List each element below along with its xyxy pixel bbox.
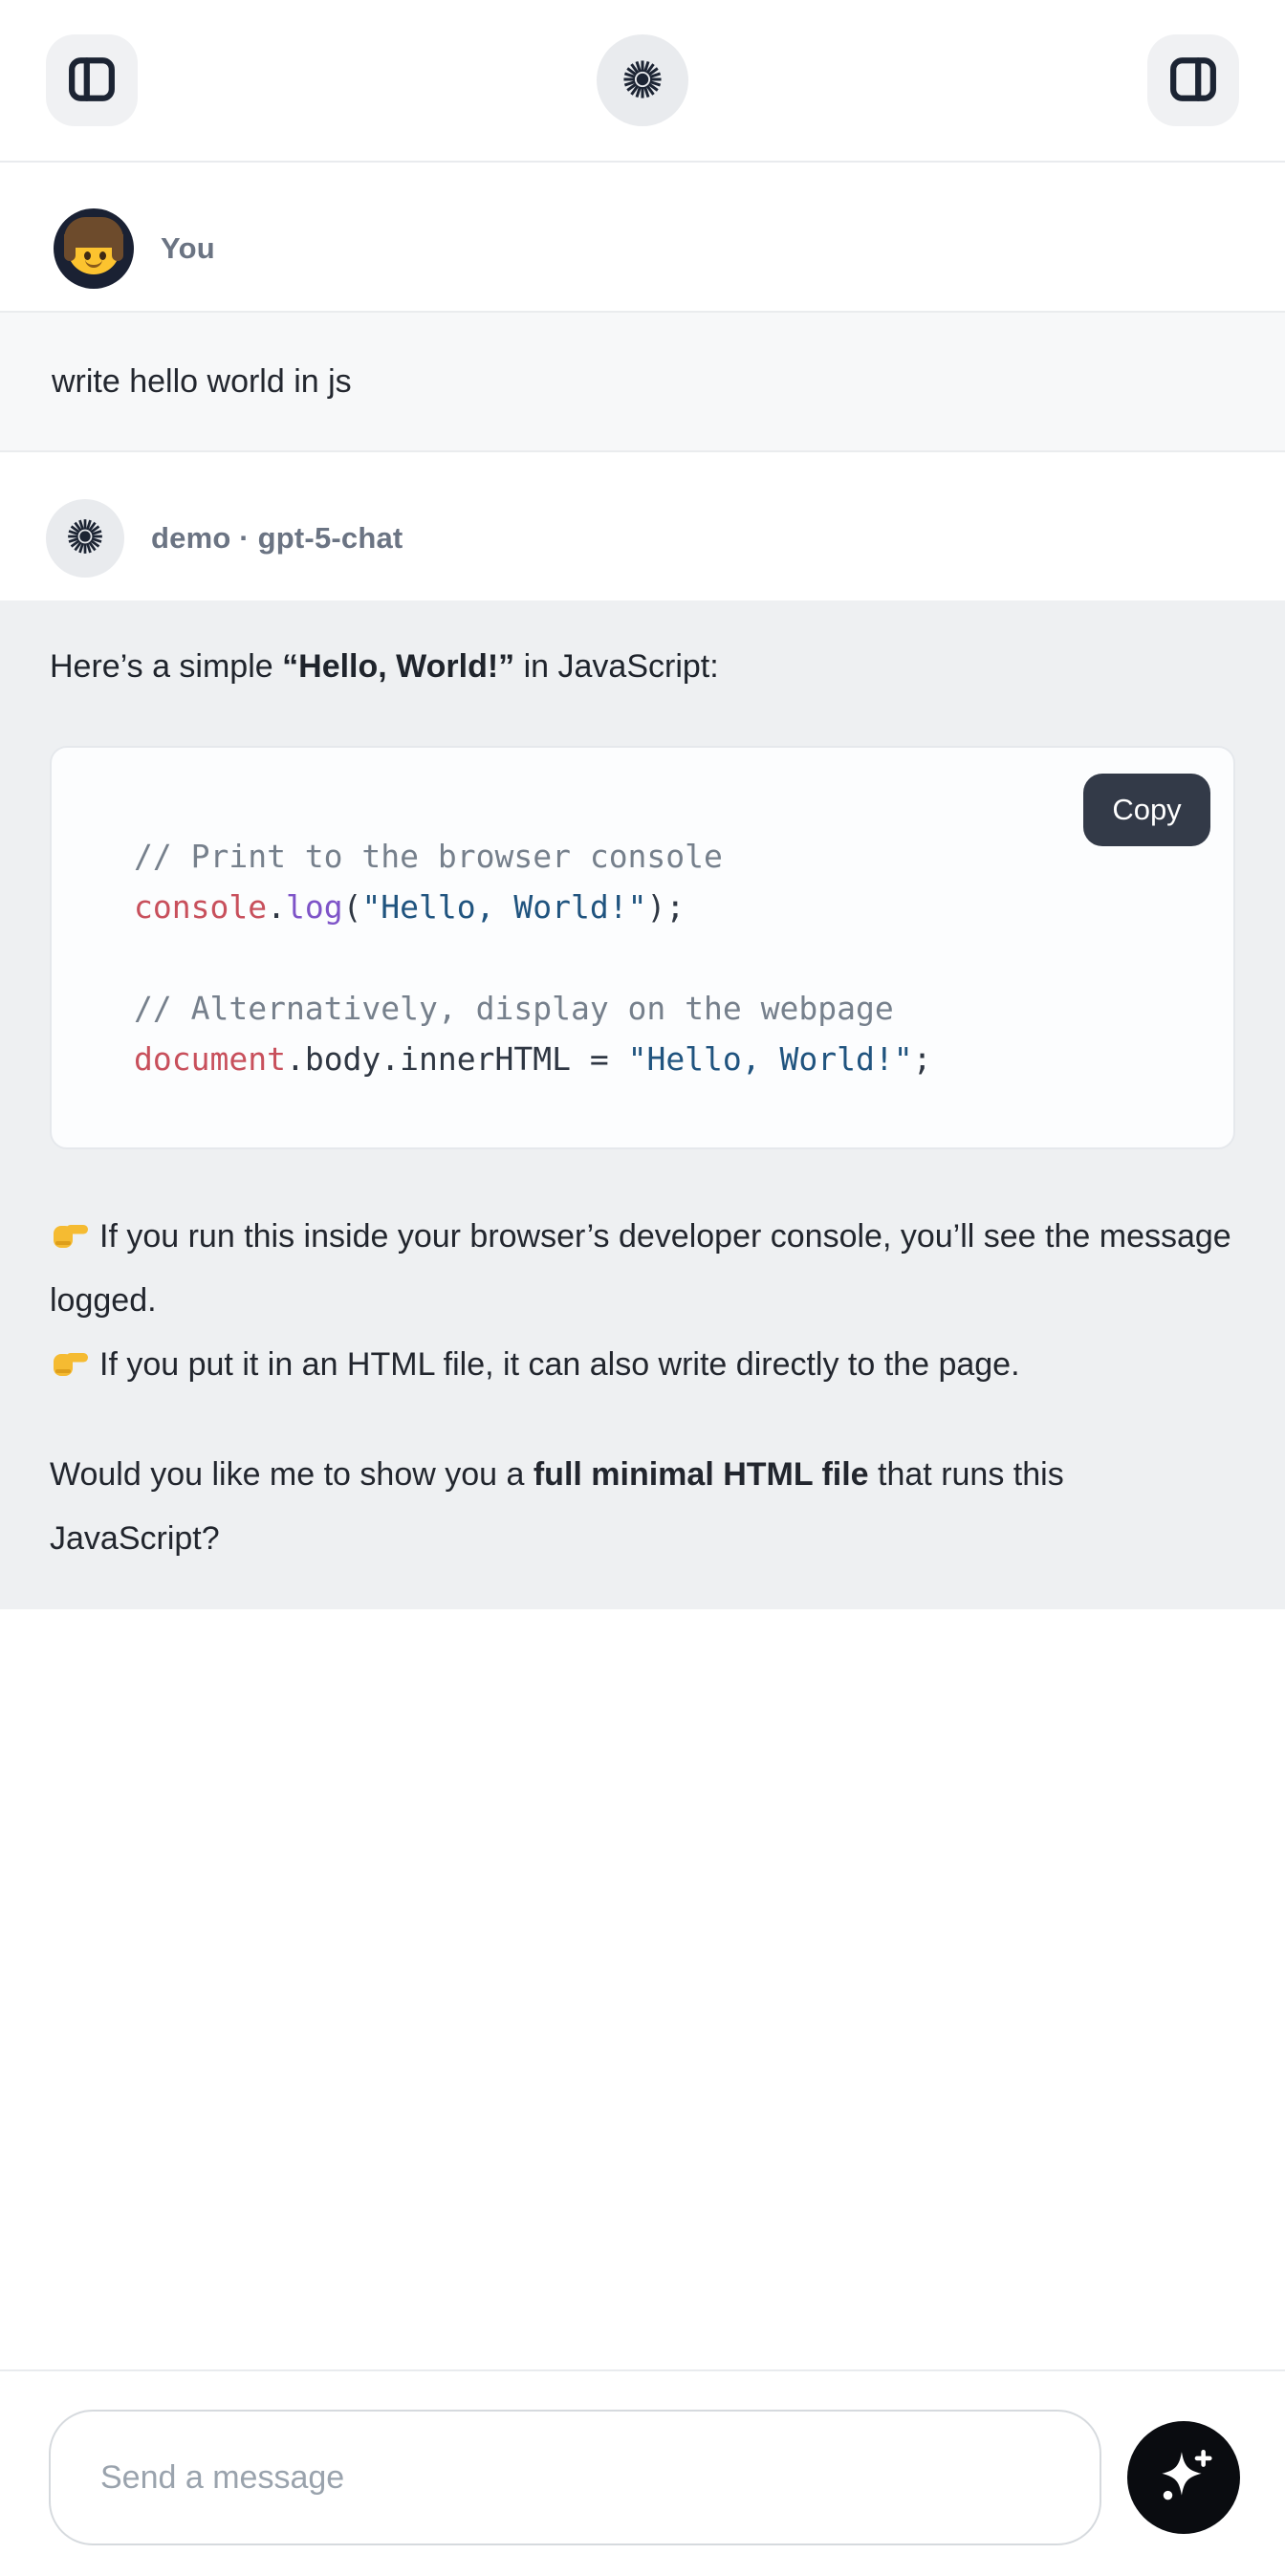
copy-button[interactable]: Copy — [1083, 774, 1210, 846]
assistant-message-header: demo · gpt-5-chat — [46, 499, 1285, 578]
assistant-question-text: Would you like me to show you a full min… — [50, 1443, 1235, 1571]
code-content: // Print to the browser console console.… — [134, 831, 1195, 1084]
topbar — [0, 0, 1285, 163]
user-avatar — [54, 208, 134, 289]
code-line: // Alternatively, display on the webpage — [134, 983, 1195, 1034]
starburst-logo-icon — [621, 57, 664, 104]
panel-toggle-button[interactable] — [1147, 34, 1239, 126]
user-sender-name: You — [161, 231, 215, 266]
user-message-text: write hello world in js — [52, 363, 352, 401]
intro-bold-text: “Hello, World!” — [282, 648, 514, 685]
chat-app: You write hello world in js — [0, 0, 1285, 2576]
panel-left-icon — [68, 55, 116, 106]
assistant-notes: If you run this inside your browser’s de… — [50, 1205, 1235, 1397]
sparkles-icon — [1152, 2445, 1215, 2511]
code-block: Copy // Print to the browser console con… — [50, 746, 1235, 1149]
assistant-avatar — [46, 499, 124, 578]
note-line: If you run this inside your browser’s de… — [50, 1205, 1235, 1333]
sidebar-toggle-button[interactable] — [46, 34, 138, 126]
question-bold-text: full minimal HTML file — [534, 1456, 869, 1493]
note-text: If you put it in an HTML file, it can al… — [99, 1346, 1020, 1383]
assistant-intro-text: Here’s a simple “Hello, World!” in JavaS… — [50, 635, 1235, 699]
logo-button[interactable] — [597, 34, 688, 126]
user-message-header: You — [54, 208, 1285, 289]
starburst-avatar-icon — [65, 516, 105, 561]
note-text: If you run this inside your browser’s de… — [50, 1218, 1231, 1319]
code-line-blank — [134, 932, 1195, 983]
note-line: If you put it in an HTML file, it can al… — [50, 1333, 1235, 1397]
composer — [0, 2369, 1285, 2576]
assistant-message-bubble: Here’s a simple “Hello, World!” in JavaS… — [0, 600, 1285, 1609]
code-line: // Print to the browser console — [134, 831, 1195, 882]
point-right-emoji — [50, 1212, 90, 1250]
message-input[interactable] — [49, 2410, 1101, 2545]
user-message-bubble: write hello world in js — [0, 311, 1285, 452]
model-name: demo · gpt-5-chat — [151, 521, 403, 556]
code-line: console.log("Hello, World!"); — [134, 882, 1195, 932]
send-button[interactable] — [1127, 2421, 1240, 2534]
panel-right-icon — [1169, 55, 1217, 106]
code-line: document.body.innerHTML = "Hello, World!… — [134, 1034, 1195, 1084]
point-right-emoji — [50, 1340, 90, 1378]
